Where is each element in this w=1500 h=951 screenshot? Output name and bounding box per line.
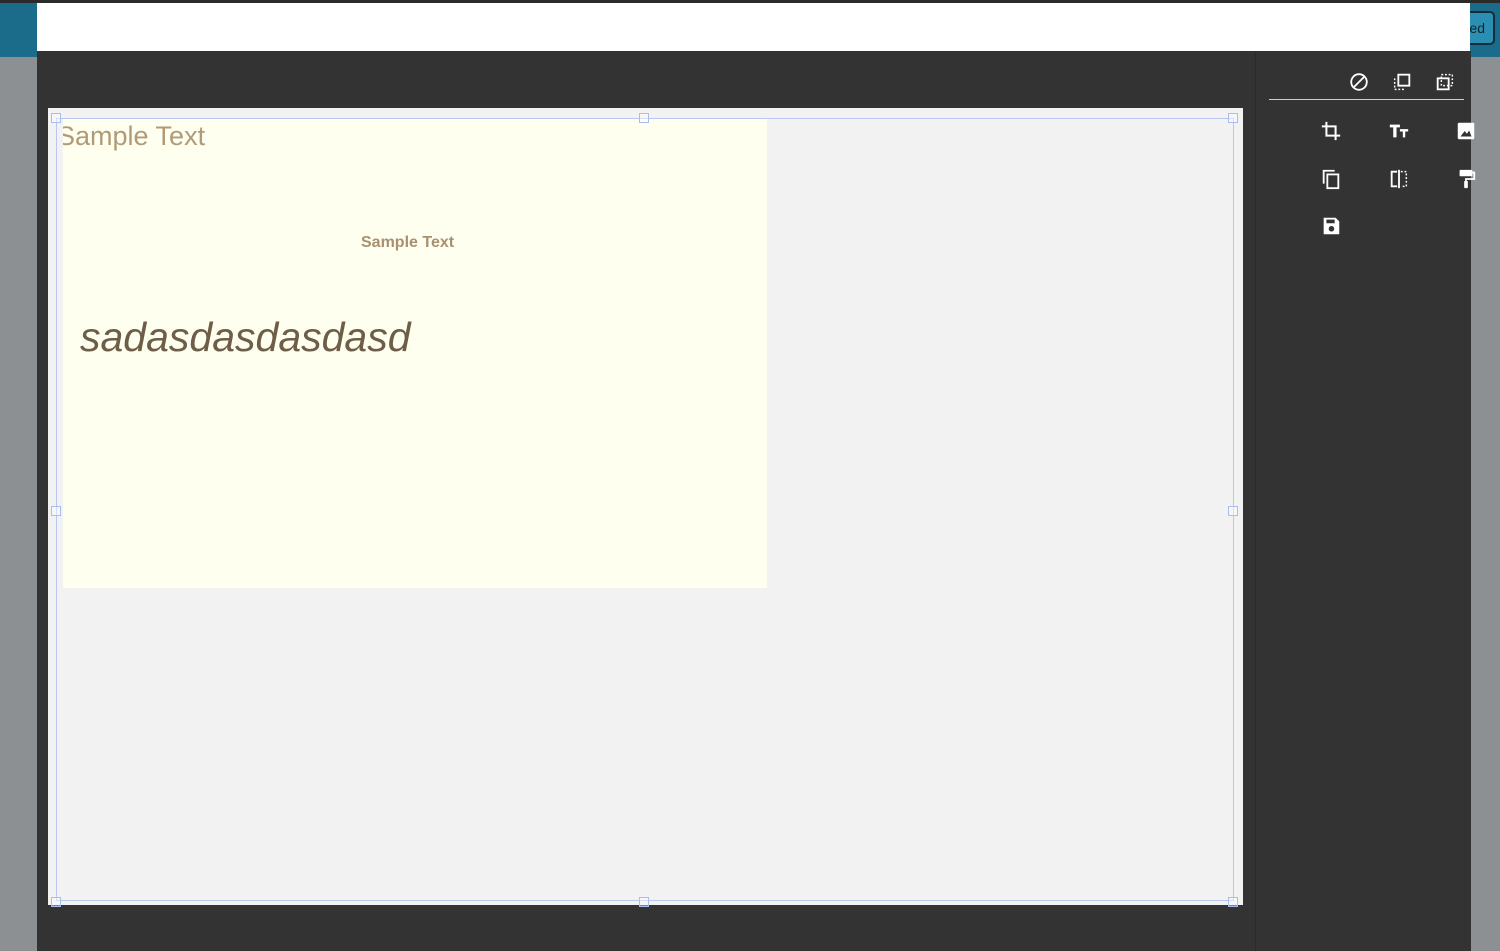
text-layer-sample-2[interactable]: Sample Text — [361, 234, 454, 252]
text-size-button[interactable] — [1384, 116, 1414, 146]
save-button[interactable] — [1316, 211, 1346, 241]
duplicate-button[interactable] — [1316, 164, 1346, 194]
duplicate-icon — [1322, 169, 1340, 190]
editor-modal: Sample Text Sample Text sadasdasdasdasd — [37, 3, 1476, 951]
resize-handle-right[interactable] — [1228, 506, 1238, 516]
crop-button[interactable] — [1316, 116, 1346, 146]
resize-handle-bottom-left[interactable] — [51, 897, 61, 907]
send-backward-icon — [1436, 73, 1454, 91]
text-size-icon — [1389, 124, 1409, 138]
resize-handle-bottom[interactable] — [639, 897, 649, 907]
editor-canvas[interactable]: Sample Text Sample Text sadasdasdasdasd — [48, 108, 1243, 907]
image-button[interactable] — [1451, 116, 1481, 146]
text-layer-sample-1[interactable]: Sample Text — [63, 121, 205, 152]
crop-icon — [1321, 121, 1341, 141]
toolbar-divider — [1269, 99, 1464, 100]
flip-horizontal-button[interactable] — [1384, 164, 1414, 194]
modal-header — [37, 3, 1470, 51]
design-card[interactable]: Sample Text Sample Text sadasdasdasdasd — [63, 119, 767, 588]
resize-handle-left[interactable] — [51, 506, 61, 516]
tools-panel — [1255, 51, 1476, 951]
resize-handle-top[interactable] — [639, 113, 649, 123]
bring-forward-button[interactable] — [1387, 67, 1417, 97]
flip-horizontal-icon — [1390, 169, 1408, 189]
resize-handle-top-right[interactable] — [1228, 113, 1238, 123]
no-background-icon — [1350, 73, 1368, 91]
no-background-button[interactable] — [1344, 67, 1374, 97]
format-paint-button[interactable] — [1451, 164, 1481, 194]
text-layer-italic[interactable]: sadasdasdasdasd — [80, 314, 411, 361]
resize-handle-bottom-right[interactable] — [1228, 897, 1238, 907]
save-icon — [1323, 217, 1340, 235]
bring-forward-icon — [1393, 73, 1411, 91]
send-backward-button[interactable] — [1430, 67, 1460, 97]
format-paint-icon — [1459, 169, 1476, 189]
resize-handle-top-left[interactable] — [51, 113, 61, 123]
image-icon — [1457, 122, 1475, 140]
